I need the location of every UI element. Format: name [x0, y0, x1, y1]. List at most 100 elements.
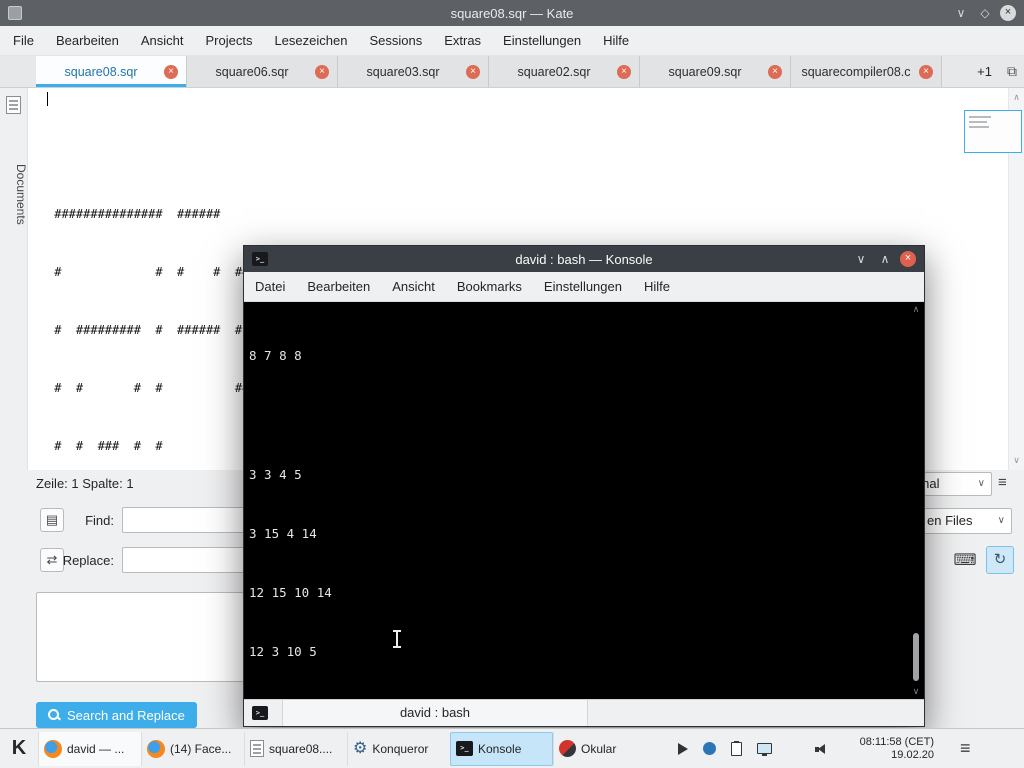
task-button-okular[interactable]: Okular	[553, 731, 656, 766]
tab-label: squarecompiler08.c	[801, 64, 911, 79]
panel-menu-icon[interactable]: ≡	[960, 738, 971, 759]
task-label: Okular	[581, 741, 617, 756]
task-button-konqueror[interactable]: ⚙ Konqueror	[347, 731, 450, 766]
tab-close-icon[interactable]: ×	[617, 64, 631, 79]
task-label: (14) Face...	[170, 741, 232, 756]
clock[interactable]: 08:11:58 (CET) 19.02.20	[846, 736, 934, 762]
scroll-down-icon[interactable]: ∨	[910, 686, 922, 697]
documents-sidebar-label[interactable]: Documents	[0, 124, 28, 264]
taskbar: K david — ... (14) Face... square08.... …	[0, 728, 1024, 768]
search-and-replace-button[interactable]: Search and Replace	[36, 702, 197, 728]
scroll-down-icon[interactable]: ∨	[1009, 455, 1024, 466]
document-tab[interactable]: square03.sqr ×	[338, 56, 489, 87]
minimap-mark	[969, 126, 989, 128]
kate-titlebar[interactable]: square08.sqr — Kate ∨ ◇ ×	[0, 0, 1024, 26]
konsole-menu-item[interactable]: Hilfe	[633, 272, 681, 302]
clock-time: 08:11:58 (CET)	[859, 735, 934, 748]
tab-label: square08.sqr	[64, 64, 138, 79]
network-icon[interactable]	[703, 742, 716, 755]
documents-icon[interactable]	[6, 96, 21, 114]
konsole-menu-item[interactable]: Datei	[244, 272, 296, 302]
task-buttons: david — ... (14) Face... square08.... ⚙ …	[38, 731, 656, 766]
kate-menu-item[interactable]: Bearbeiten	[45, 26, 130, 56]
cursor-position-label: Zeile: 1 Spalte: 1	[36, 476, 134, 491]
konsole-titlebar[interactable]: >_ david : bash — Konsole ∨ ∧ ×	[244, 246, 924, 272]
konsole-menu-item[interactable]: Ansicht	[381, 272, 446, 302]
okular-icon	[559, 740, 576, 757]
kate-menu-item[interactable]: Hilfe	[592, 26, 640, 56]
tab-close-icon[interactable]: ×	[768, 64, 782, 79]
tab-close-icon[interactable]: ×	[919, 64, 933, 79]
maximize-icon[interactable]: ◇	[976, 4, 994, 22]
terminal-scrollbar[interactable]: ∧ ∨	[910, 304, 922, 697]
kate-menu-item[interactable]: Einstellungen	[492, 26, 592, 56]
document-tab[interactable]: squarecompiler08.c ×	[791, 56, 942, 87]
task-label: Konsole	[478, 741, 522, 756]
terminal-output[interactable]: 8 7 8 8 3 3 4 5 3 15 4 14 12 15 10 14 12…	[244, 302, 924, 699]
clipboard-icon[interactable]	[731, 740, 742, 756]
terminal-line: 8 7 8 8	[249, 348, 302, 364]
document-tab[interactable]: square06.sqr ×	[187, 56, 338, 87]
tab-close-icon[interactable]: ×	[466, 64, 480, 79]
kate-menu-item[interactable]: File	[2, 26, 45, 56]
document-tab[interactable]: square08.sqr ×	[36, 56, 187, 87]
volume-icon[interactable]	[815, 743, 828, 755]
task-button-firefox-david[interactable]: david — ...	[38, 731, 141, 766]
minimize-icon[interactable]: ∨	[852, 250, 870, 268]
firefox-icon	[147, 739, 165, 758]
task-button-kate[interactable]: square08....	[244, 731, 347, 766]
kate-menu-item[interactable]: Extras	[433, 26, 492, 56]
insert-mode-icon[interactable]: ≡	[998, 474, 1007, 491]
replace-label: Replace:	[62, 553, 114, 568]
refresh-button[interactable]: ↻	[986, 546, 1014, 574]
scroll-up-icon[interactable]: ∧	[1009, 92, 1024, 103]
tabbar-spacer	[942, 56, 969, 87]
kate-window-title: square08.sqr — Kate	[450, 5, 574, 21]
konsole-menu-item[interactable]: Einstellungen	[533, 272, 633, 302]
document-tab[interactable]: square09.sqr ×	[640, 56, 791, 87]
kate-menu-item[interactable]: Lesezeichen	[263, 26, 358, 56]
kate-tabbar: square08.sqr × square06.sqr × square03.s…	[0, 56, 1024, 88]
firefox-icon	[44, 739, 62, 758]
tab-label: square02.sqr	[517, 64, 591, 79]
tab-close-icon[interactable]: ×	[164, 64, 178, 79]
kde-launcher-button[interactable]: K	[0, 737, 38, 760]
documents-sidebar[interactable]: Documents	[0, 88, 28, 470]
kate-app-icon	[8, 6, 22, 20]
new-tab-icon[interactable]: >_	[252, 706, 268, 720]
konsole-menu-item[interactable]: Bearbeiten	[296, 272, 381, 302]
scrollbar-thumb[interactable]	[913, 633, 919, 681]
konsole-window: >_ david : bash — Konsole ∨ ∧ × Datei Be…	[243, 245, 925, 727]
tab-close-icon[interactable]: ×	[315, 64, 329, 79]
close-icon[interactable]: ×	[1000, 5, 1016, 21]
media-play-icon[interactable]	[678, 742, 688, 755]
more-tabs-button[interactable]: +1	[969, 56, 1000, 87]
kate-menu-item[interactable]: Sessions	[358, 26, 433, 56]
task-button-firefox-facebook[interactable]: (14) Face...	[141, 731, 244, 766]
minimize-icon[interactable]: ∨	[952, 4, 970, 22]
document-tab[interactable]: square02.sqr ×	[489, 56, 640, 87]
terminal-line: 3 15 4 14	[249, 525, 317, 541]
task-button-konsole[interactable]: >_ Konsole	[450, 731, 553, 766]
kate-menu-item[interactable]: Projects	[194, 26, 263, 56]
system-tray	[678, 740, 828, 756]
text-caret	[47, 92, 48, 106]
task-label: david — ...	[67, 741, 125, 756]
konqueror-gear-icon: ⚙	[353, 739, 368, 757]
kate-menu-item[interactable]: Ansicht	[130, 26, 195, 56]
konsole-window-title: david : bash — Konsole	[515, 251, 653, 267]
terminal-line: 12 15 10 14	[249, 585, 332, 601]
scrollbar-minimap[interactable]	[964, 110, 1022, 153]
tab-label: square06.sqr	[215, 64, 289, 79]
konsole-menu-item[interactable]: Bookmarks	[446, 272, 533, 302]
close-icon[interactable]: ×	[900, 251, 916, 267]
konsole-session-tab[interactable]: david : bash	[282, 700, 588, 726]
maximize-icon[interactable]: ∧	[876, 250, 894, 268]
find-label: Find:	[85, 513, 114, 528]
window-list-icon[interactable]: ⧉	[1000, 56, 1024, 87]
document-icon	[250, 740, 264, 757]
keyboard-icon[interactable]: ⌨	[952, 548, 978, 574]
display-icon[interactable]	[757, 743, 772, 756]
kate-titlebar-buttons: ∨ ◇ ×	[952, 4, 1024, 22]
scroll-up-icon[interactable]: ∧	[910, 304, 922, 315]
